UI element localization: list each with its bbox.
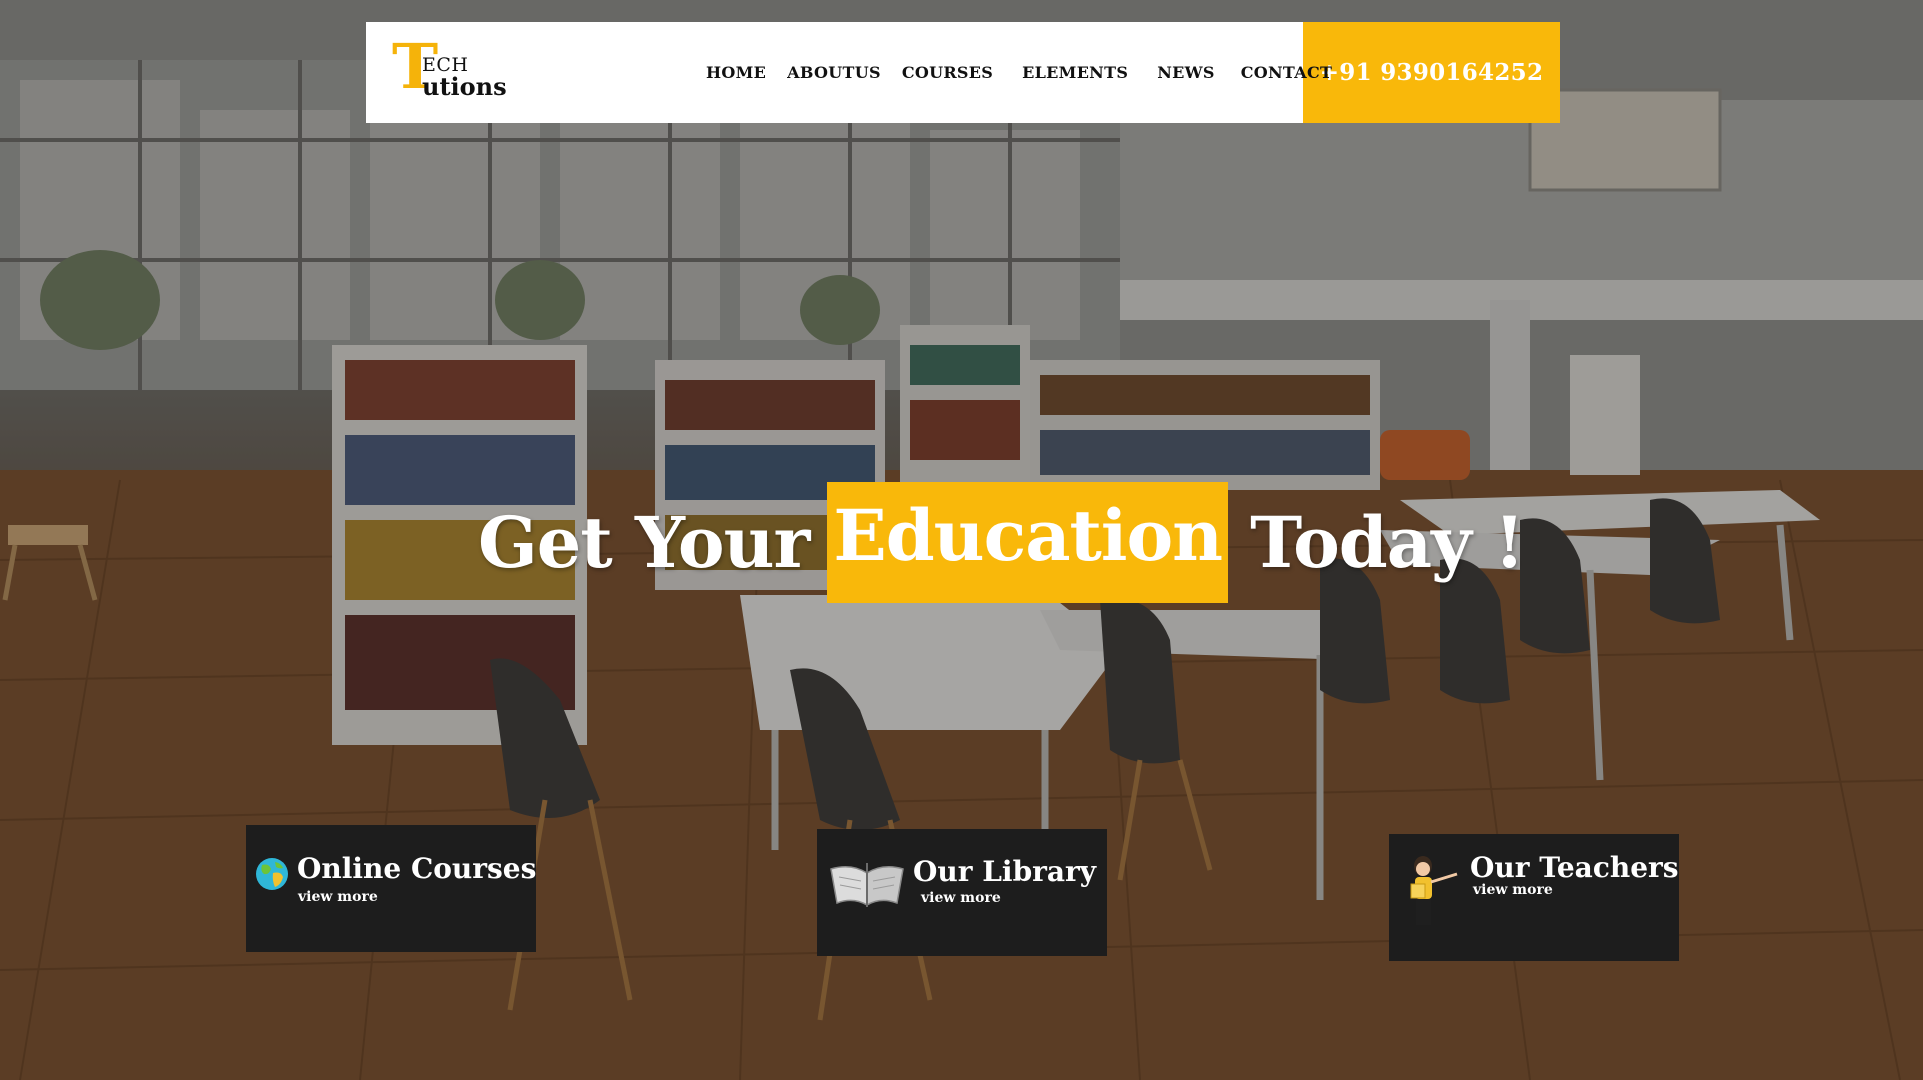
nav-item-news[interactable]: NEWS	[1157, 63, 1215, 82]
nav-item-contact[interactable]: CONTACT	[1241, 63, 1332, 82]
headline-highlight: Education	[827, 481, 1229, 603]
headline-text-end: Today !	[1250, 500, 1525, 584]
open-book-icon	[830, 863, 904, 907]
nav-item-elements[interactable]: ELEMENTS	[1022, 63, 1128, 82]
headline-text-start: Get Your	[478, 500, 810, 584]
hero-section: T ECH utions HOME ABOUTUS COURSES ELEMEN…	[0, 0, 1923, 1080]
our-library-title: Our Library	[913, 855, 1097, 888]
top-navbar: T ECH utions HOME ABOUTUS COURSES ELEMEN…	[366, 22, 1560, 123]
globe-icon	[256, 858, 288, 890]
online-courses-title: Online Courses	[297, 852, 537, 885]
our-library-card[interactable]: Our Library view more	[817, 829, 1107, 956]
nav-item-home[interactable]: HOME	[706, 63, 766, 82]
hero-headline: Get Your Education Today !	[478, 478, 1525, 606]
online-courses-view-more[interactable]: view more	[298, 889, 378, 905]
our-teachers-card[interactable]: Our Teachers view more	[1389, 834, 1679, 961]
online-courses-card[interactable]: Online Courses view more	[246, 825, 536, 952]
our-teachers-title: Our Teachers	[1470, 851, 1679, 884]
site-logo[interactable]: T ECH utions	[392, 36, 512, 106]
logo-text-bottom: utions	[422, 72, 507, 101]
teacher-icon	[1410, 856, 1458, 925]
nav-menu: HOME ABOUTUS COURSES ELEMENTS NEWS CONTA…	[706, 22, 1353, 123]
our-library-view-more[interactable]: view more	[921, 890, 1001, 906]
our-teachers-view-more[interactable]: view more	[1473, 882, 1553, 898]
navbar-panel: T ECH utions HOME ABOUTUS COURSES ELEMEN…	[366, 22, 1332, 123]
nav-item-aboutus[interactable]: ABOUTUS	[787, 63, 881, 82]
nav-item-courses[interactable]: COURSES	[902, 63, 993, 82]
